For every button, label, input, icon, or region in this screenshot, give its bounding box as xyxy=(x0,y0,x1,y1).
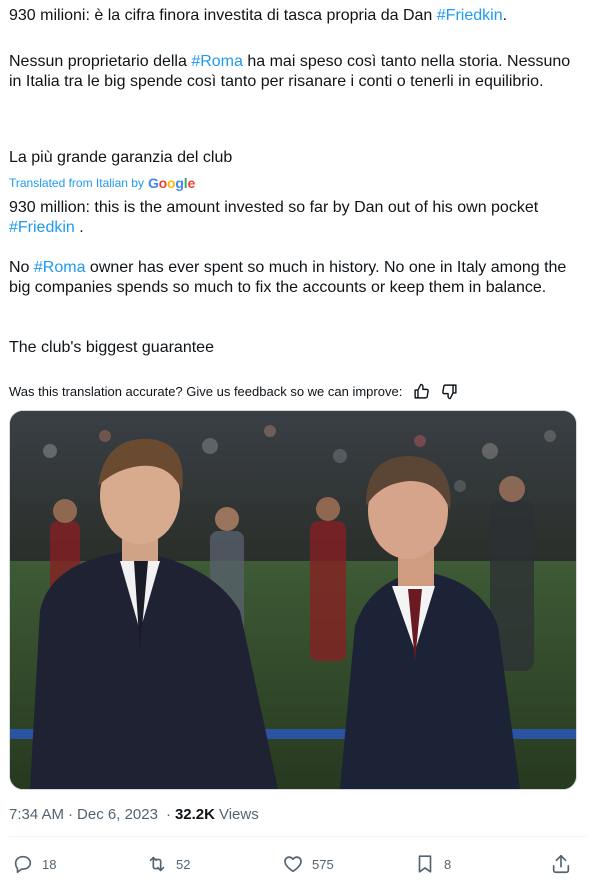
translated-paragraph-2-text: owner has ever spent so much in history.… xyxy=(9,259,571,296)
translated-line-1-end: . xyxy=(74,219,84,236)
thumbs-up-icon[interactable] xyxy=(412,382,430,400)
tweet-time[interactable]: 7:34 AM xyxy=(9,806,64,823)
hashtag-friedkin[interactable]: #Friedkin xyxy=(437,7,503,24)
repost-button[interactable]: 52 xyxy=(146,850,190,878)
original-line-1: 930 milioni: è la cifra finora investita… xyxy=(9,6,584,26)
action-bar: 18 52 575 8 xyxy=(0,850,596,878)
views-label: Views xyxy=(218,805,259,823)
translated-paragraph-3: The club's biggest guarantee xyxy=(9,339,214,356)
bookmark-count: 8 xyxy=(444,856,452,872)
meta-separator-2: · xyxy=(165,805,171,823)
tweet-meta: 7:34 AM · Dec 6, 2023 · 32.2K Views xyxy=(9,804,259,824)
original-paragraph-3: La più grande garanzia del club xyxy=(9,149,233,166)
feedback-question: Was this translation accurate? Give us f… xyxy=(9,383,403,399)
tweet-date[interactable]: Dec 6, 2023 xyxy=(77,806,158,823)
like-button[interactable]: 575 xyxy=(282,850,334,878)
like-count: 575 xyxy=(312,856,334,872)
repost-icon xyxy=(149,856,165,872)
bookmark-icon xyxy=(418,855,432,873)
repost-count: 52 xyxy=(176,856,191,872)
heart-icon xyxy=(284,856,302,873)
share-button[interactable] xyxy=(550,850,572,878)
thumbs-down-icon[interactable] xyxy=(440,382,458,400)
translated-paragraph-2-start: No xyxy=(9,259,34,276)
photo-illustration xyxy=(10,411,576,789)
tweet: 930 milioni: è la cifra finora investita… xyxy=(0,0,596,893)
share-icon xyxy=(552,854,570,874)
reply-button[interactable]: 18 xyxy=(12,850,56,878)
translated-attribution[interactable]: Translated from Italian by Google xyxy=(9,174,195,192)
translated-paragraph-2: No #Roma owner has ever spent so much in… xyxy=(9,258,584,298)
reply-count: 18 xyxy=(42,856,57,872)
hashtag-friedkin-translated[interactable]: #Friedkin xyxy=(9,219,75,236)
original-paragraph-2-start: Nessun proprietario della xyxy=(9,53,192,70)
translated-label: Translated from Italian by xyxy=(9,176,144,190)
hashtag-roma[interactable]: #Roma xyxy=(191,53,243,70)
original-line-1-end: . xyxy=(502,7,508,24)
google-logo: Google xyxy=(147,175,196,191)
translated-line-1-text: 930 million: this is the amount invested… xyxy=(9,199,543,216)
hashtag-roma-translated[interactable]: #Roma xyxy=(34,259,86,276)
reply-icon xyxy=(14,855,32,874)
original-line-1-text: 930 milioni: è la cifra finora investita… xyxy=(9,7,437,24)
meta-separator: · xyxy=(68,805,74,823)
tweet-photo[interactable] xyxy=(9,410,577,790)
original-paragraph-2: Nessun proprietario della #Roma ha mai s… xyxy=(9,52,584,92)
divider xyxy=(9,836,587,837)
translation-feedback: Was this translation accurate? Give us f… xyxy=(9,381,458,401)
views-count: 32.2K xyxy=(174,805,215,823)
bookmark-button[interactable]: 8 xyxy=(414,850,451,878)
translated-line-1: 930 million: this is the amount invested… xyxy=(9,198,584,238)
